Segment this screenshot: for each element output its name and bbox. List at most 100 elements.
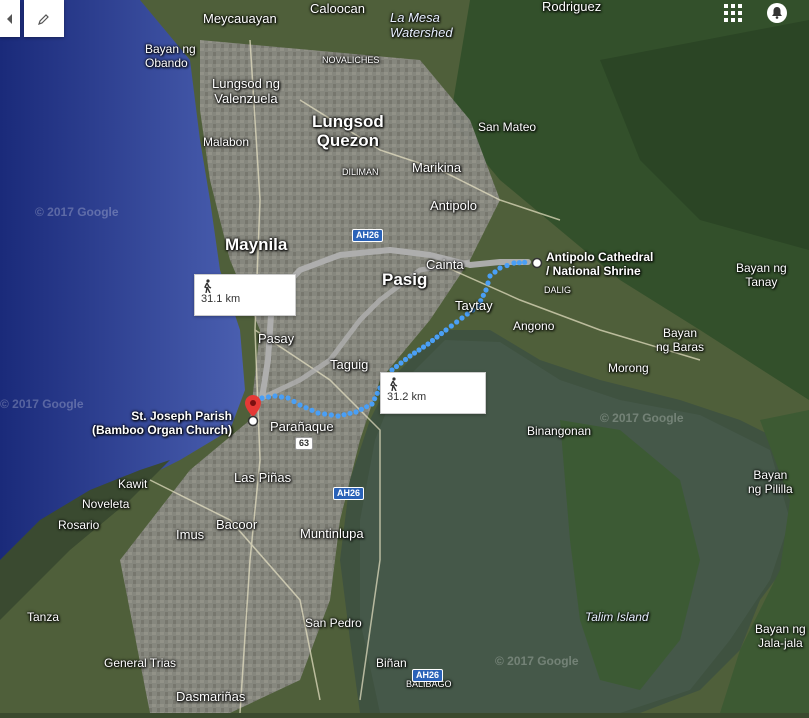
place-label: Lungsod ng Valenzuela [212, 76, 280, 106]
apps-grid-icon[interactable] [724, 4, 742, 22]
selected-route-distance-card[interactable]: 31.2 km [380, 372, 486, 414]
route-dot [341, 412, 347, 418]
edit-map-button[interactable] [24, 0, 64, 37]
route-dot [516, 260, 522, 266]
place-label: Malabon [203, 135, 250, 149]
destination-marker-icon[interactable] [531, 257, 543, 269]
place-label: Morong [608, 361, 649, 375]
highway-shield: AH26 [333, 487, 365, 500]
place-label: Cainta [426, 257, 464, 272]
route-dot [438, 330, 445, 337]
map-watermark: © 2017 Google [495, 654, 579, 668]
place-label: Maynila [225, 235, 288, 254]
place-label: Kawit [118, 477, 148, 491]
satellite-map[interactable] [0, 0, 809, 714]
route-dot [416, 347, 422, 353]
route-dot [358, 406, 364, 412]
place-label: Taytay [455, 298, 493, 313]
bell-icon[interactable] [766, 2, 788, 24]
route-dot [364, 404, 370, 410]
route-dot [402, 356, 409, 363]
place-label: DALIG [544, 285, 572, 295]
place-label: Imus [176, 527, 205, 542]
route-dot [411, 350, 418, 356]
route-dot [265, 394, 272, 400]
origin-marker-icon[interactable] [247, 415, 259, 427]
place-label: DILIMAN [342, 167, 379, 177]
place-label: Noveleta [82, 497, 130, 511]
route-dot [504, 262, 510, 269]
place-label: La Mesa Watershed [390, 10, 453, 40]
route-dot [511, 260, 517, 266]
place-label: Tanza [27, 610, 60, 624]
highway-shield: AH26 [352, 229, 384, 242]
route-dot [353, 409, 359, 415]
route-distance: 31.1 km [201, 293, 241, 305]
map-watermark: © 2017 Google [35, 205, 119, 219]
route-dot [393, 363, 400, 370]
route-dot [434, 334, 440, 340]
place-label: Biñan [376, 656, 407, 670]
route-dot [285, 395, 291, 401]
route-dot [487, 273, 493, 279]
place-label: NOVALICHES [322, 55, 380, 65]
place-label: Pasay [258, 331, 295, 346]
place-label: Bayan ng Tanay [736, 261, 787, 289]
route-distance: 31.2 km [387, 391, 427, 403]
walking-icon [390, 377, 398, 391]
place-label: Meycauayan [203, 11, 277, 26]
place-label: Talim Island [585, 610, 649, 624]
pencil-icon [38, 13, 49, 25]
route-dot [485, 280, 491, 286]
route-dot [443, 327, 449, 333]
route-dot [448, 323, 454, 329]
place-label: Pasig [382, 270, 428, 289]
route-dot [303, 405, 309, 411]
route-dot [429, 337, 436, 344]
route-dot [459, 315, 465, 321]
route-dot [497, 265, 503, 271]
place-label: Bayan ng Baras [656, 326, 705, 354]
route-dot [278, 394, 285, 400]
place-label: Rodriguez [542, 0, 602, 14]
route-dot [483, 287, 489, 293]
place-label: Las Piñas [234, 470, 292, 485]
place-label: Caloocan [310, 1, 365, 16]
place-label: Bayan ng Obando [145, 42, 196, 70]
place-label: Rosario [58, 518, 100, 532]
route-dot [420, 344, 427, 350]
place-label: Lungsod Quezon [312, 112, 384, 150]
map-watermark: © 2017 Google [0, 397, 84, 411]
route-dot [335, 413, 341, 419]
destination-label[interactable]: Antipolo Cathedral / National Shrine [546, 250, 653, 278]
place-label: San Mateo [478, 120, 537, 134]
route-dot [369, 401, 375, 407]
place-label: Taguig [330, 357, 369, 372]
route-dot [272, 393, 278, 399]
route-dot [328, 412, 334, 418]
route-dot [322, 411, 328, 417]
alternate-route-distance-card[interactable]: 31.1 km [194, 274, 296, 316]
highway-shield: 63 [295, 437, 314, 450]
route-dot [398, 360, 404, 366]
route-dot [315, 410, 321, 416]
collapse-panel-button[interactable] [0, 0, 20, 37]
map-watermark: © 2017 Google [600, 411, 684, 425]
route-dot [407, 353, 413, 359]
route-dot [522, 259, 528, 265]
highway-shield: AH26 [412, 669, 444, 682]
route-dot [372, 396, 378, 402]
route-dot [492, 269, 498, 275]
route-dot [454, 319, 460, 325]
route-dot [425, 341, 431, 347]
place-label: Parañaque [270, 419, 334, 434]
origin-label[interactable]: St. Joseph Parish (Bamboo Organ Church) [92, 409, 232, 437]
place-label: Bayan ng Pililla [748, 468, 793, 496]
route-dot [309, 407, 315, 413]
route-dot [347, 410, 353, 416]
route-dot [297, 402, 303, 408]
walking-icon [204, 279, 212, 293]
map-pin-icon[interactable] [245, 395, 261, 417]
place-label: Antipolo [430, 198, 477, 213]
place-label: Bacoor [216, 517, 258, 532]
